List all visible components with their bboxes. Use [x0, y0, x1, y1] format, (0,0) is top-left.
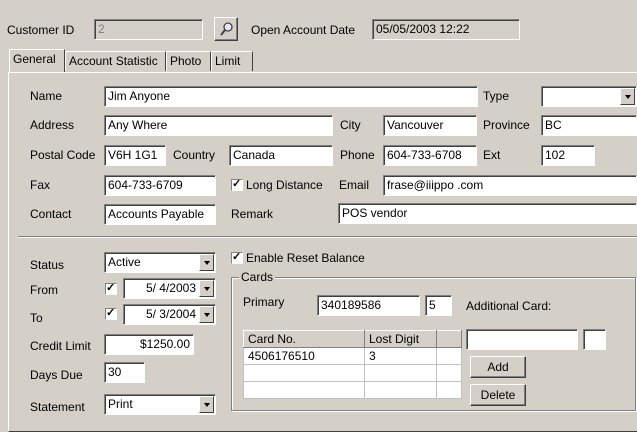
contact-label: Contact [30, 207, 72, 221]
table-cell [243, 364, 365, 382]
tab-strip: General Account Statistic Photo Limit [9, 49, 637, 73]
magnifier-icon [220, 21, 234, 43]
customer-id-label: Customer ID [7, 23, 75, 37]
table-cell: 3 [364, 347, 437, 365]
tab-limit[interactable]: Limit [211, 51, 253, 71]
table-cell [436, 364, 462, 382]
chevron-down-icon[interactable] [199, 306, 214, 323]
address-field[interactable]: Any Where [104, 115, 333, 136]
ext-label: Ext [483, 148, 501, 162]
chevron-down-icon[interactable] [199, 396, 214, 413]
long-distance-checkbox[interactable] [231, 177, 243, 191]
table-cell [243, 381, 365, 399]
table-header: Card No. Lost Digit [243, 330, 462, 348]
credit-limit-label: Credit Limit [30, 339, 91, 353]
remark-label: Remark [231, 207, 274, 221]
credit-limit-field[interactable]: $1250.00 [104, 334, 194, 355]
table-row[interactable] [243, 381, 462, 399]
phone-field[interactable]: 604-733-6708 [383, 145, 477, 166]
table-cell: 4506176510 [243, 347, 365, 365]
open-account-date-field: 05/05/2003 12:22 [372, 19, 520, 40]
email-field[interactable]: frase@iiippo .com [383, 175, 637, 196]
name-label: Name [30, 89, 63, 103]
days-due-field[interactable]: 30 [104, 362, 145, 383]
name-field[interactable]: Jim Anyone [104, 86, 478, 107]
statement-label: Statement [30, 400, 85, 414]
additional-card-field[interactable] [466, 329, 578, 350]
to-date-picker[interactable]: 5/ 3/2004 [123, 304, 216, 325]
from-date-picker[interactable]: 5/ 4/2003 [123, 278, 216, 299]
status-label: Status [30, 258, 65, 272]
open-account-date-label: Open Account Date [251, 23, 356, 37]
primary-label: Primary [243, 295, 285, 309]
ext-field[interactable]: 102 [541, 145, 595, 166]
status-select[interactable]: Active [104, 252, 216, 273]
delete-card-button[interactable]: Delete [470, 384, 526, 406]
column-header[interactable]: Card No. [243, 330, 365, 348]
table-cell [436, 381, 462, 399]
city-label: City [340, 118, 361, 132]
type-select[interactable] [541, 86, 637, 107]
statement-select[interactable]: Print [104, 394, 216, 415]
tab-account-statistic[interactable]: Account Statistic [65, 51, 166, 71]
table-cell [436, 347, 462, 365]
country-label: Country [173, 148, 216, 162]
tab-general[interactable]: General [9, 49, 65, 72]
province-label: Province [483, 118, 530, 132]
from-label: From [30, 283, 58, 297]
email-label: Email [339, 178, 370, 192]
column-header[interactable]: Lost Digit [364, 330, 437, 348]
chevron-down-icon[interactable] [199, 280, 214, 297]
add-card-button[interactable]: Add [470, 356, 526, 378]
cards-table[interactable]: Card No. Lost Digit 4506176510 3 [243, 330, 462, 399]
postal-code-field[interactable]: V6H 1G1 [104, 145, 166, 166]
long-distance-label: Long Distance [246, 178, 323, 192]
lookup-button[interactable] [214, 17, 238, 41]
column-header[interactable] [436, 330, 462, 348]
primary-digit-field[interactable]: 5 [425, 295, 452, 316]
city-field[interactable]: Vancouver [383, 115, 477, 136]
enable-reset-balance-label: Enable Reset Balance [246, 251, 365, 265]
table-row[interactable]: 4506176510 3 [243, 347, 462, 365]
province-field[interactable]: BC [541, 115, 637, 136]
to-label: To [30, 311, 43, 325]
country-field[interactable]: Canada [229, 145, 333, 166]
cards-group-label: Cards [239, 269, 276, 285]
table-cell [364, 381, 437, 399]
chevron-down-icon[interactable] [199, 254, 214, 271]
customer-id-field[interactable]: 2 [94, 19, 203, 40]
additional-digit-field[interactable] [583, 329, 606, 350]
postal-code-label: Postal Code [30, 148, 96, 162]
fax-field[interactable]: 604-733-6709 [104, 175, 216, 196]
enable-reset-balance-checkbox[interactable] [231, 250, 243, 264]
from-checkbox[interactable] [105, 281, 117, 295]
table-cell [364, 364, 437, 382]
address-label: Address [30, 118, 75, 132]
additional-card-label: Additional Card: [466, 299, 552, 313]
remark-field[interactable]: POS vendor [338, 203, 637, 224]
table-row[interactable] [243, 364, 462, 382]
tab-photo[interactable]: Photo [166, 51, 211, 71]
primary-card-field[interactable]: 340189586 [317, 295, 420, 316]
section-divider [18, 236, 637, 238]
type-label: Type [483, 89, 510, 103]
phone-label: Phone [340, 148, 375, 162]
fax-label: Fax [30, 178, 51, 192]
days-due-label: Days Due [30, 368, 83, 382]
contact-field[interactable]: Accounts Payable [104, 204, 216, 225]
to-checkbox[interactable] [105, 306, 117, 320]
chevron-down-icon[interactable] [620, 88, 635, 105]
